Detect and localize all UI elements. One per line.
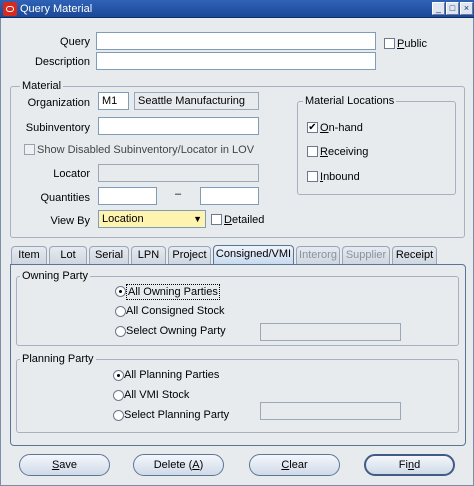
inbound-label: Inbound bbox=[320, 171, 360, 183]
onhand-label: On-hand bbox=[320, 122, 363, 134]
clear-button[interactable]: Clear bbox=[249, 454, 340, 476]
material-group-title: Material bbox=[20, 80, 64, 92]
tab-project[interactable]: Project bbox=[168, 246, 211, 265]
organization-name-field: Seattle Manufacturing bbox=[134, 92, 259, 110]
quantities-label: Quantities bbox=[40, 192, 90, 204]
quantities-to-input[interactable] bbox=[200, 187, 259, 205]
find-button[interactable]: Find bbox=[364, 454, 455, 476]
locator-label: Locator bbox=[53, 168, 90, 180]
view-by-label: View By bbox=[50, 215, 90, 227]
oracle-logo-icon bbox=[3, 2, 17, 16]
all-planning-parties-label: All Planning Parties bbox=[124, 369, 220, 381]
quantities-dash: – bbox=[175, 188, 182, 200]
inbound-checkbox[interactable] bbox=[307, 171, 318, 182]
tab-serial[interactable]: Serial bbox=[89, 246, 129, 265]
all-owning-parties-label: All Owning Parties bbox=[126, 284, 220, 300]
tab-consigned-vmi[interactable]: Consigned/VMI bbox=[213, 245, 294, 265]
tab-receipt[interactable]: Receipt bbox=[392, 246, 437, 265]
check-icon: ✔ bbox=[308, 122, 317, 133]
tab-lot[interactable]: Lot bbox=[49, 246, 87, 265]
show-disabled-checkbox[interactable] bbox=[24, 144, 35, 155]
close-button[interactable]: × bbox=[460, 2, 473, 15]
select-owning-party-radio[interactable] bbox=[115, 326, 126, 337]
tab-supplier: Supplier bbox=[342, 246, 390, 265]
detailed-label: Detailed bbox=[224, 214, 265, 226]
window-title: Query Material bbox=[20, 3, 93, 15]
detailed-checkbox[interactable] bbox=[211, 214, 222, 225]
all-vmi-stock-radio[interactable] bbox=[113, 390, 124, 401]
description-input[interactable] bbox=[96, 52, 376, 70]
receiving-checkbox[interactable] bbox=[307, 146, 318, 157]
view-by-select[interactable]: Location ▼ bbox=[98, 210, 206, 228]
all-vmi-stock-label: All VMI Stock bbox=[124, 389, 190, 401]
organization-code-input[interactable]: M1 bbox=[98, 92, 129, 110]
tab-item[interactable]: Item bbox=[11, 246, 47, 265]
all-planning-parties-radio[interactable] bbox=[113, 370, 124, 381]
query-input[interactable] bbox=[96, 32, 376, 50]
chevron-down-icon: ▼ bbox=[193, 214, 202, 224]
planning-party-title: Planning Party bbox=[20, 353, 96, 365]
delete-button[interactable]: Delete (A) bbox=[133, 454, 224, 476]
tab-interorg: Interorg bbox=[296, 246, 340, 265]
locator-field bbox=[98, 164, 259, 182]
public-checkbox[interactable] bbox=[384, 38, 395, 49]
planning-party-group bbox=[16, 359, 459, 433]
organization-label: Organization bbox=[27, 97, 90, 109]
select-planning-party-radio[interactable] bbox=[113, 410, 124, 421]
planning-party-field bbox=[260, 402, 401, 420]
receiving-label: Receiving bbox=[320, 146, 369, 158]
tab-lpn[interactable]: LPN bbox=[131, 246, 166, 265]
owning-party-field bbox=[260, 323, 401, 341]
subinventory-input[interactable] bbox=[98, 117, 259, 135]
quantities-from-input[interactable] bbox=[98, 187, 157, 205]
public-label: Public bbox=[397, 38, 427, 50]
select-planning-party-label: Select Planning Party bbox=[124, 409, 230, 421]
all-owning-parties-radio[interactable] bbox=[115, 286, 126, 297]
query-label: Query bbox=[60, 36, 90, 48]
all-consigned-stock-radio[interactable] bbox=[115, 306, 126, 317]
owning-party-title: Owning Party bbox=[20, 270, 91, 282]
save-button[interactable]: Save bbox=[19, 454, 110, 476]
title-bar: Query Material _ □ × bbox=[0, 0, 474, 18]
description-label: Description bbox=[34, 56, 90, 68]
material-locations-title: Material Locations bbox=[303, 95, 397, 107]
select-owning-party-label: Select Owning Party bbox=[126, 325, 226, 337]
minimize-button[interactable]: _ bbox=[432, 2, 445, 15]
subinventory-label: Subinventory bbox=[25, 122, 90, 134]
onhand-checkbox[interactable]: ✔ bbox=[307, 122, 318, 133]
all-consigned-stock-label: All Consigned Stock bbox=[126, 305, 225, 317]
show-disabled-label: Show Disabled Subinventory/Locator in LO… bbox=[37, 144, 255, 156]
view-by-value: Location bbox=[102, 213, 144, 225]
maximize-button[interactable]: □ bbox=[446, 2, 459, 15]
